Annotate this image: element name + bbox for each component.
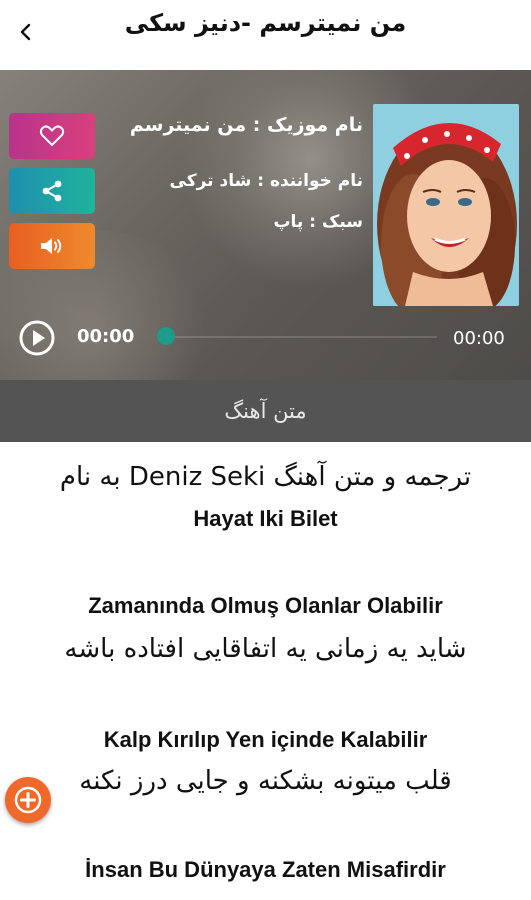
singer-name: نام خواننده : شاد ترکی	[169, 171, 363, 191]
back-button[interactable]	[10, 14, 40, 50]
lyrics-line-translation: شاید یه زمانی یه اتفاقایی افتاده باشه	[64, 634, 467, 664]
total-time: 00:00	[453, 328, 505, 349]
add-button[interactable]	[5, 777, 51, 823]
lyrics-line-translation: قلب میتونه بشکنه و جایی درز نکنه	[79, 766, 452, 796]
lyrics-line: İnsan Bu Dünyaya Zaten Misafirdir	[85, 857, 446, 882]
chevron-left-icon	[20, 23, 31, 41]
heart-icon	[39, 125, 65, 147]
seek-bar[interactable]	[167, 336, 437, 338]
lyrics-song-title: Hayat Iki Bilet	[193, 506, 338, 531]
app-header: من نمیترسم -دنیز سکی	[0, 0, 531, 70]
volume-icon	[41, 238, 62, 254]
plus-icon	[14, 786, 42, 814]
lyrics-intro: ترجمه و متن آهنگ Deniz Seki به نام	[59, 462, 472, 492]
like-button[interactable]	[9, 113, 95, 159]
play-icon	[19, 320, 55, 356]
music-player: نام موزیک : من نمیترسم نام خواننده : شاد…	[0, 70, 531, 380]
seek-thumb[interactable]	[157, 327, 175, 345]
album-cover-image	[373, 104, 519, 306]
song-name: نام موزیک : من نمیترسم	[129, 114, 363, 136]
volume-button[interactable]	[9, 223, 95, 269]
album-cover	[373, 104, 519, 306]
lyrics-line: Kalp Kırılıp Yen içinde Kalabilir	[103, 727, 428, 752]
share-icon	[42, 180, 62, 202]
page-title: من نمیترسم -دنیز سکی	[124, 9, 407, 37]
current-time: 00:00	[77, 326, 135, 347]
tab-lyrics[interactable]: متن آهنگ	[0, 380, 531, 442]
lyrics-content: ترجمه و متن آهنگ Deniz Seki به نام Hayat…	[0, 442, 531, 900]
share-button[interactable]	[9, 168, 95, 214]
lyrics-line: Zamanında Olmuş Olanlar Olabilir	[88, 593, 443, 618]
play-button[interactable]	[19, 320, 55, 356]
tab-lyrics-label: متن آهنگ	[224, 399, 307, 423]
song-genre: سبک : پاپ	[273, 212, 363, 232]
